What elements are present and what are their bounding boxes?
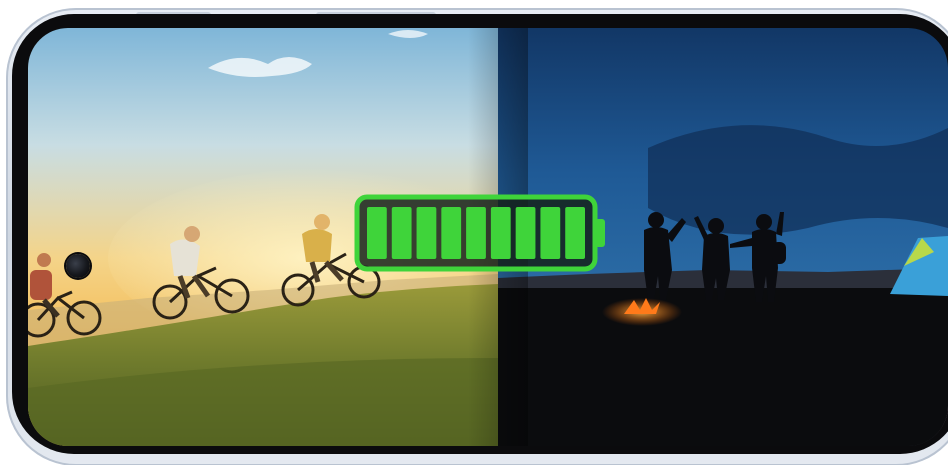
battery-cell (490, 207, 511, 259)
battery-cell (416, 207, 437, 259)
battery-cells (367, 207, 585, 259)
battery-cell (466, 207, 486, 259)
battery-cell (540, 207, 561, 259)
battery-cell (565, 207, 585, 259)
battery-cell (367, 207, 387, 259)
battery-cell (515, 207, 536, 259)
battery-cap (595, 219, 605, 247)
device-render (0, 0, 948, 465)
night-ground (498, 288, 948, 446)
battery-cell (391, 207, 412, 259)
battery-icon (354, 194, 605, 272)
front-camera (66, 254, 90, 278)
battery-cell (441, 207, 462, 259)
